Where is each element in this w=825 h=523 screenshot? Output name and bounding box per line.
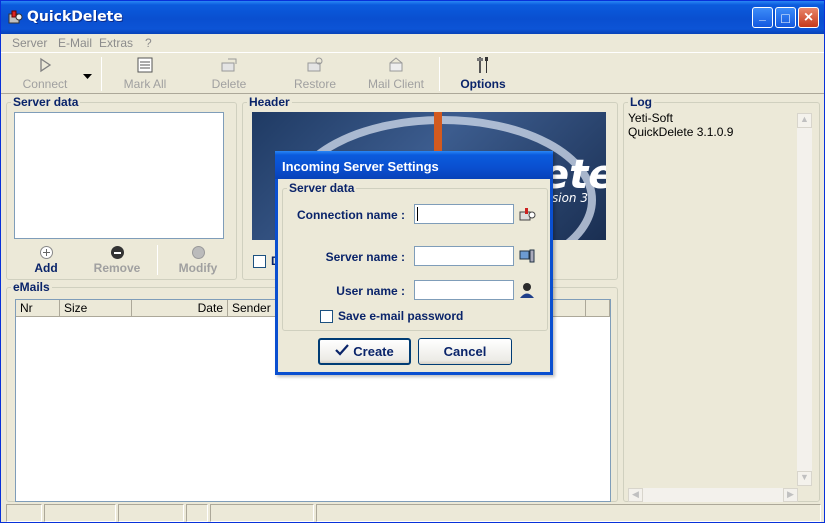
minimize-button[interactable]: _ bbox=[752, 7, 773, 28]
log-line: Yeti-Soft bbox=[628, 111, 673, 125]
header-checkbox[interactable] bbox=[253, 255, 266, 268]
log-line: QuickDelete 3.1.0.9 bbox=[628, 125, 734, 139]
list-icon bbox=[137, 57, 153, 73]
menu-bar: Server E-Mail Extras ? bbox=[1, 34, 824, 52]
dialog-group-title: Server data bbox=[287, 181, 357, 195]
header-title: Header bbox=[247, 95, 292, 109]
connect-label: Connect bbox=[22, 77, 68, 91]
dialog-title-bar[interactable]: Incoming Server Settings bbox=[275, 151, 553, 179]
user-icon bbox=[519, 281, 535, 302]
toolbar-separator bbox=[439, 57, 440, 91]
connection-name-input[interactable] bbox=[414, 204, 514, 224]
incoming-server-settings-dialog: Incoming Server Settings Server data Con… bbox=[275, 151, 553, 375]
main-window: QuickDelete _ □ × Server E-Mail Extras ?… bbox=[0, 0, 825, 523]
modify-server-button[interactable]: Modify bbox=[173, 246, 223, 275]
status-cell bbox=[186, 504, 208, 522]
mailbox-delete-icon bbox=[221, 58, 237, 72]
server-name-label: Server name : bbox=[325, 250, 405, 264]
scroll-left-arrow[interactable]: ◀ bbox=[628, 488, 643, 502]
column-header-date[interactable]: Date bbox=[132, 300, 228, 317]
user-name-input[interactable] bbox=[414, 280, 514, 300]
play-icon bbox=[40, 57, 52, 73]
log-horizontal-scrollbar[interactable]: ◀ ▶ bbox=[628, 488, 798, 502]
log-panel: Log bbox=[623, 95, 820, 502]
column-header-nr[interactable]: Nr bbox=[16, 300, 60, 317]
log-vertical-scrollbar[interactable]: ▲ ▼ bbox=[797, 113, 812, 486]
server-computer-icon bbox=[519, 249, 535, 266]
cancel-label: Cancel bbox=[443, 344, 487, 359]
connection-name-label: Connection name : bbox=[296, 208, 405, 222]
text-cursor bbox=[417, 207, 418, 221]
restore-button[interactable]: Restore bbox=[285, 55, 345, 91]
column-header-extra[interactable] bbox=[586, 300, 610, 317]
delete-button[interactable]: Delete bbox=[199, 55, 259, 91]
status-cell bbox=[118, 504, 184, 522]
window-title: QuickDelete bbox=[27, 9, 123, 25]
column-header-size[interactable]: Size bbox=[60, 300, 132, 317]
status-bar bbox=[1, 502, 824, 522]
remove-icon bbox=[110, 246, 124, 259]
emails-title: eMails bbox=[11, 280, 52, 294]
envelope-icon bbox=[389, 57, 403, 72]
status-cell bbox=[44, 504, 116, 522]
add-server-button[interactable]: Add bbox=[23, 246, 69, 275]
log-text: Yeti-Soft QuickDelete 3.1.0.9 bbox=[628, 111, 733, 139]
add-icon bbox=[39, 246, 53, 259]
connect-button[interactable]: Connect bbox=[15, 55, 75, 91]
mail-client-label: Mail Client bbox=[367, 77, 424, 91]
scroll-right-arrow[interactable]: ▶ bbox=[783, 488, 798, 502]
user-name-label: User name : bbox=[336, 284, 405, 298]
mail-client-button[interactable]: Mail Client bbox=[363, 55, 429, 91]
status-cell bbox=[210, 504, 314, 522]
server-data-title: Server data bbox=[11, 95, 81, 109]
chevron-down-icon bbox=[83, 74, 92, 79]
close-button[interactable]: × bbox=[798, 7, 819, 28]
server-list[interactable] bbox=[14, 112, 224, 239]
remove-server-button[interactable]: Remove bbox=[89, 246, 145, 275]
close-icon: × bbox=[803, 8, 814, 26]
toolbar: Connect Mark All Delete Restore Mail Cli… bbox=[1, 52, 824, 94]
mailbox-restore-icon bbox=[307, 57, 323, 72]
scroll-down-arrow[interactable]: ▼ bbox=[797, 471, 812, 486]
log-title: Log bbox=[628, 95, 654, 109]
dialog-title: Incoming Server Settings bbox=[282, 159, 439, 174]
menu-server[interactable]: Server bbox=[12, 36, 47, 50]
menu-help[interactable]: ? bbox=[145, 36, 152, 50]
add-label: Add bbox=[34, 261, 58, 275]
mailbox-icon bbox=[518, 206, 536, 225]
maximize-icon: □ bbox=[781, 9, 790, 26]
scroll-up-arrow[interactable]: ▲ bbox=[797, 113, 812, 128]
status-cell bbox=[6, 504, 42, 522]
mark-all-button[interactable]: Mark All bbox=[115, 55, 175, 91]
save-password-label: Save e-mail password bbox=[338, 309, 464, 323]
tools-icon bbox=[477, 57, 488, 73]
connect-dropdown[interactable] bbox=[83, 69, 92, 83]
mark-all-label: Mark All bbox=[123, 77, 167, 91]
modify-label: Modify bbox=[178, 261, 218, 275]
gear-icon bbox=[191, 246, 205, 259]
create-button[interactable]: Create bbox=[318, 338, 411, 365]
status-cell bbox=[316, 504, 821, 522]
restore-label: Restore bbox=[293, 77, 337, 91]
save-password-checkbox[interactable] bbox=[320, 310, 333, 323]
maximize-button[interactable]: □ bbox=[775, 7, 796, 28]
banner-subtext: sion 3 bbox=[552, 191, 588, 205]
delete-label: Delete bbox=[211, 77, 247, 91]
toolbar-separator bbox=[101, 57, 102, 91]
title-bar[interactable]: QuickDelete _ □ × bbox=[1, 1, 824, 34]
remove-label: Remove bbox=[93, 261, 141, 275]
options-label: Options bbox=[460, 77, 506, 91]
cancel-button[interactable]: Cancel bbox=[418, 338, 512, 365]
menu-email[interactable]: E-Mail bbox=[58, 36, 92, 50]
options-button[interactable]: Options bbox=[453, 55, 513, 91]
create-label: Create bbox=[353, 344, 394, 359]
panel-separator bbox=[157, 245, 158, 275]
checkmark-icon bbox=[335, 344, 350, 359]
menu-extras[interactable]: Extras bbox=[99, 36, 133, 50]
app-icon bbox=[7, 9, 23, 25]
server-name-input[interactable] bbox=[414, 246, 514, 266]
minimize-icon: _ bbox=[759, 7, 766, 22]
